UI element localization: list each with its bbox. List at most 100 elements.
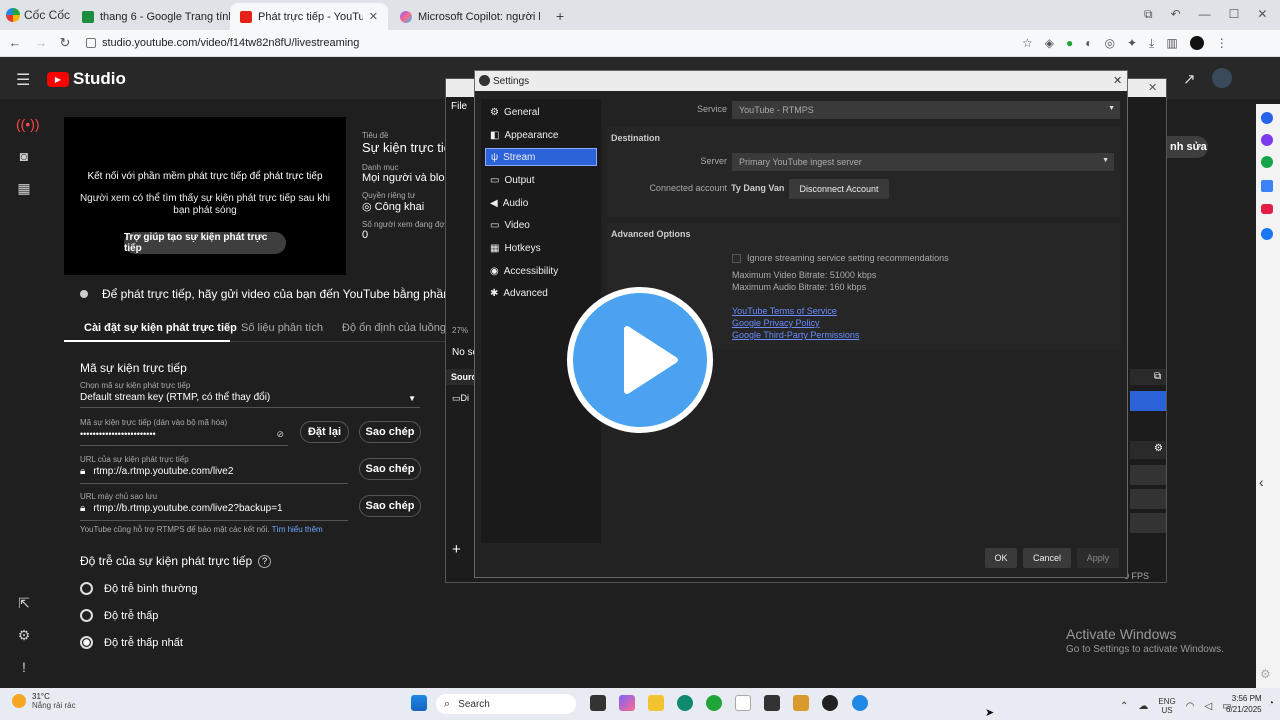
service-select[interactable]: YouTube - RTMPS ▼ bbox=[732, 101, 1120, 119]
nav-accessibility[interactable]: ◉ Accessibility bbox=[485, 262, 597, 280]
obs-file-menu[interactable]: File bbox=[451, 101, 467, 112]
obs-row[interactable]: ⚙ bbox=[1130, 441, 1166, 459]
backup-url-field[interactable]: 🔒︎ rtmp://b.rtmp.youtube.com/live2?backu… bbox=[80, 503, 348, 521]
zalo-icon[interactable] bbox=[735, 695, 751, 711]
hide-eye-icon[interactable]: ⊘ bbox=[276, 429, 284, 440]
channel-avatar[interactable] bbox=[1212, 68, 1232, 88]
server-select[interactable]: Primary YouTube ingest server ▼ bbox=[732, 153, 1114, 171]
tab-stream-settings[interactable]: Cài đặt sự kiện phát trực tiếp bbox=[84, 322, 237, 334]
shield-icon[interactable]: ◈ bbox=[1045, 36, 1054, 51]
close-tab-icon[interactable]: ✕ bbox=[369, 10, 378, 23]
nav-appearance[interactable]: ◧ Appearance bbox=[485, 126, 597, 144]
tab-copilot[interactable]: Microsoft Copilot: người bạn đồn bbox=[390, 3, 550, 30]
language-indicator[interactable]: ENG US bbox=[1158, 697, 1175, 715]
download-icon[interactable]: ⤓ bbox=[1149, 36, 1154, 51]
messenger-icon[interactable] bbox=[852, 695, 868, 711]
sidebar-app-icon[interactable] bbox=[1261, 134, 1273, 146]
tab-youtube-studio[interactable]: Phát trực tiếp - YouTube Stud ✕ bbox=[230, 3, 388, 30]
obs-source-item[interactable]: ▭Di bbox=[452, 393, 469, 404]
studio-logo[interactable]: ▶ Studio bbox=[47, 69, 126, 89]
sidebar-icon[interactable]: ▥ bbox=[1166, 36, 1177, 51]
obs-popout-icon[interactable]: ⧉ bbox=[1154, 371, 1161, 382]
reload-icon[interactable]: ↻ bbox=[58, 36, 72, 50]
help-icon[interactable]: ? bbox=[258, 554, 272, 568]
tray-chevron-icon[interactable]: ⌃ bbox=[1120, 701, 1128, 712]
obs-selected-row[interactable] bbox=[1130, 391, 1166, 411]
copilot-taskbar-icon[interactable] bbox=[619, 695, 635, 711]
back-history-icon[interactable]: ↶ bbox=[1171, 7, 1181, 22]
task-view-icon[interactable] bbox=[590, 695, 606, 711]
obs-add-source-icon[interactable]: + bbox=[452, 541, 461, 558]
open-external-icon[interactable]: ⇱ bbox=[16, 595, 32, 611]
file-explorer-icon[interactable] bbox=[648, 695, 664, 711]
obs-control-button[interactable] bbox=[1130, 489, 1166, 509]
app-icon[interactable] bbox=[793, 695, 809, 711]
bookmark-icon[interactable]: ☆ bbox=[1022, 36, 1033, 51]
nav-output[interactable]: ▭ Output bbox=[485, 171, 597, 189]
live-icon[interactable]: ((•)) bbox=[16, 116, 40, 132]
forward-icon[interactable]: → bbox=[34, 36, 48, 50]
camera-icon[interactable]: ◙ bbox=[16, 148, 32, 164]
obs-taskbar-icon[interactable] bbox=[822, 695, 838, 711]
gear-icon[interactable]: ⚙ bbox=[1260, 667, 1271, 681]
share-icon[interactable]: ↗ bbox=[1183, 70, 1196, 88]
obs-gear-icon[interactable]: ⚙ bbox=[1154, 443, 1163, 454]
edge-icon[interactable] bbox=[677, 695, 693, 711]
sidebar-app-icon[interactable] bbox=[1261, 180, 1273, 192]
stream-key-select[interactable]: Default stream key (RTMP, có thể thay đổ… bbox=[80, 392, 420, 408]
settings-gear-icon[interactable]: ⚙ bbox=[16, 627, 32, 643]
tab-sheets[interactable]: thang 6 - Google Trang tính bbox=[72, 3, 232, 30]
address-bar[interactable]: studio.youtube.com/video/f14tw82n8fU/liv… bbox=[80, 33, 1080, 53]
video-play-overlay[interactable] bbox=[567, 287, 713, 433]
nav-stream[interactable]: ψ Stream bbox=[485, 148, 597, 166]
wifi-icon[interactable]: ◠ bbox=[1186, 701, 1195, 712]
privacy-policy-link[interactable]: Google Privacy Policy bbox=[732, 318, 820, 328]
apply-button[interactable]: Apply bbox=[1077, 548, 1119, 568]
cancel-button[interactable]: Cancel bbox=[1023, 548, 1071, 568]
puzzle-icon[interactable]: ✦ bbox=[1127, 36, 1137, 51]
vpn-icon[interactable]: ◎ bbox=[1105, 36, 1115, 51]
volume-icon[interactable]: ◁ bbox=[1204, 701, 1212, 712]
site-info-icon[interactable] bbox=[86, 38, 96, 48]
obs-close-icon[interactable]: ✕ bbox=[1148, 81, 1157, 94]
nav-video[interactable]: ▭ Video bbox=[485, 216, 597, 234]
latency-option-normal[interactable]: Độ trễ bình thường bbox=[80, 582, 197, 595]
notification-icon[interactable]: ◔ bbox=[1268, 698, 1274, 709]
profile-avatar[interactable] bbox=[1189, 36, 1204, 50]
tab-search-icon[interactable]: ⧉ bbox=[1144, 7, 1153, 22]
tab-stream-health[interactable]: Độ ổn định của luồng dữ bbox=[342, 322, 446, 334]
sidebar-app-icon[interactable] bbox=[1261, 156, 1273, 168]
maximize-icon[interactable]: ☐ bbox=[1229, 7, 1240, 22]
nav-hotkeys[interactable]: ▦ Hotkeys bbox=[485, 239, 597, 257]
tab-analytics[interactable]: Số liệu phân tích bbox=[241, 322, 323, 334]
live-help-button[interactable]: Trợ giúp tạo sự kiện phát trực tiếp bbox=[124, 232, 286, 254]
close-window-icon[interactable]: ✕ bbox=[1257, 7, 1267, 22]
settings-close-icon[interactable]: ✕ bbox=[1113, 74, 1122, 87]
feedback-icon[interactable]: ! bbox=[16, 659, 32, 675]
obs-control-button[interactable] bbox=[1130, 513, 1166, 533]
latency-option-ultra-low[interactable]: Độ trễ thấp nhất bbox=[80, 636, 183, 649]
stream-key-field[interactable]: •••••••••••••••••••••••• ⊘ bbox=[80, 429, 288, 446]
coccoc-taskbar-icon[interactable] bbox=[706, 695, 722, 711]
copy-url-button[interactable]: Sao chép bbox=[359, 458, 421, 480]
nav-general[interactable]: ⚙ General bbox=[485, 103, 597, 121]
sidebar-app-icon[interactable] bbox=[1261, 204, 1273, 214]
ignore-recommendations-checkbox[interactable]: Ignore streaming service setting recomme… bbox=[732, 253, 949, 263]
learn-more-link[interactable]: Tìm hiểu thêm bbox=[272, 525, 323, 534]
clock[interactable]: 3:56 PM 6/21/2025 bbox=[1226, 693, 1262, 715]
windows-start-icon[interactable] bbox=[411, 695, 427, 711]
third-party-link[interactable]: Google Third-Party Permissions bbox=[732, 330, 859, 340]
weather-widget[interactable]: 31°C Nắng rải rác bbox=[12, 692, 76, 710]
stream-url-field[interactable]: 🔒︎ rtmp://a.rtmp.youtube.com/live2 bbox=[80, 466, 348, 484]
onedrive-icon[interactable]: ☁ bbox=[1138, 701, 1148, 712]
collapse-chevron-icon[interactable]: ‹ bbox=[1259, 474, 1264, 490]
reset-key-button[interactable]: Đặt lại bbox=[300, 421, 349, 443]
extension-green-icon[interactable]: ● bbox=[1066, 36, 1073, 51]
new-tab-icon[interactable]: + bbox=[556, 8, 564, 24]
latency-option-low[interactable]: Độ trễ thấp bbox=[80, 609, 158, 622]
copy-key-button[interactable]: Sao chép bbox=[359, 421, 421, 443]
calendar-icon[interactable]: ▦ bbox=[16, 180, 32, 196]
browser-brand[interactable]: Cốc Cốc bbox=[6, 8, 70, 22]
disconnect-account-button[interactable]: Disconnect Account bbox=[789, 179, 889, 199]
tos-link[interactable]: YouTube Terms of Service bbox=[732, 306, 837, 316]
